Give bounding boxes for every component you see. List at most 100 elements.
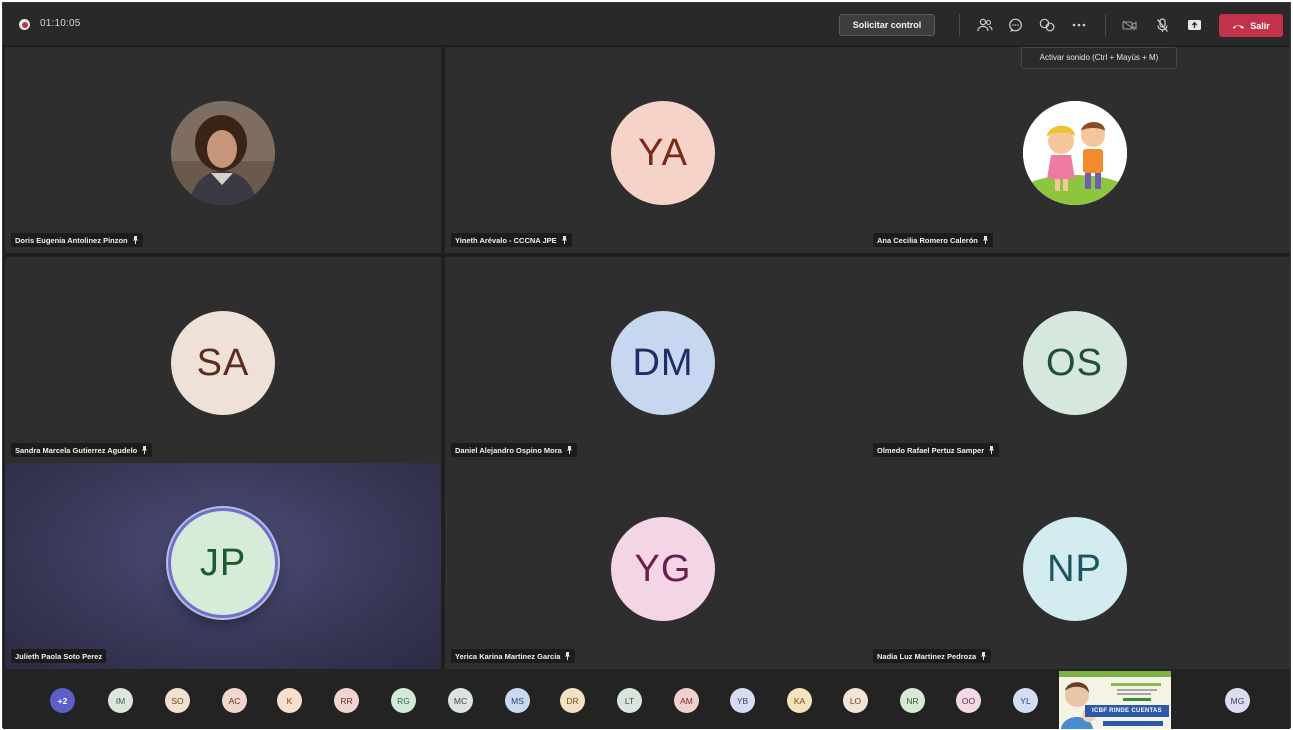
participant-name: Yerica Karina Martinez Garcia [455,651,561,661]
content-thumbnail-title: ICBF RINDE CUENTAS [1085,705,1169,717]
participant-chip[interactable]: DR [560,688,585,713]
participant-avatar: OS [1022,311,1127,415]
participant-name-tag: Olmedo Rafael Pertuz Samper [873,443,1000,457]
participant-name: Julieth Paola Soto Perez [15,651,103,661]
participant-chip[interactable]: SO [165,688,190,713]
participant-name: Yineth Arévalo - CCCNA JPE [455,235,557,245]
participant-name: Ana Cecilia Romero Calerón [877,235,978,245]
pin-icon[interactable] [980,652,987,660]
participant-name-tag: Nadia Luz Martinez Pedroza [873,649,992,663]
participant-name: Daniel Alejandro Ospino Mora [455,445,562,455]
participant-photo [171,101,275,205]
participant-name: Doris Eugenia Antolinez Pinzon [15,235,128,245]
phone-hangup-icon [1233,25,1245,29]
avatar-initials: SA [196,341,250,384]
chip-initials: OO [961,695,976,706]
participant-name-tag: Yineth Arévalo - CCCNA JPE [451,233,572,247]
meeting-toolbar: 01:10:05 Solicitar control Salir [3,3,1290,45]
participant-chip[interactable]: MS [505,688,530,713]
participant-chip[interactable]: MC [448,688,473,713]
more-participants-button[interactable]: +2 [50,688,75,713]
participant-avatar: DM [611,311,715,415]
chip-initials: IM [115,695,126,706]
participant-chip[interactable]: MG [1225,688,1250,713]
pin-icon[interactable] [982,236,989,244]
participants-icon[interactable] [975,15,995,35]
participant-name: Olmedo Rafael Pertuz Samper [877,445,985,455]
share-icon[interactable] [1184,15,1204,35]
participant-name-tag: Sandra Marcela Gutierrez Agudelo [11,443,153,457]
participant-tile[interactable]: SA Sandra Marcela Gutierrez Agudelo [5,257,441,463]
participant-avatar: SA [171,311,275,415]
avatar-initials: JP [199,541,247,584]
avatar-initials: YA [638,131,688,174]
participant-chip[interactable]: YB [730,688,755,713]
overflow-participants-strip: +2 IM SO AC K RR RG MC MS DR LT AM YB KA… [3,669,1290,729]
teams-meeting-window: 01:10:05 Solicitar control Salir Activar… [2,2,1291,729]
chat-icon[interactable] [1005,15,1025,35]
reactions-icon[interactable] [1037,15,1057,35]
pin-icon[interactable] [564,652,571,660]
content-thumbnail-image [1059,671,1171,729]
participant-chip[interactable]: LT [617,688,642,713]
avatar-initials: OS [1046,341,1103,384]
leave-label: Salir [1250,20,1270,31]
participant-photo [1022,101,1127,205]
participant-tile[interactable]: Doris Eugenia Antolinez Pinzon [5,47,441,253]
chip-initials: MC [453,695,468,706]
participant-chip[interactable]: KA [787,688,812,713]
participant-chip[interactable]: RR [334,688,359,713]
participant-tile[interactable]: YA Yineth Arévalo - CCCNA JPE [445,47,881,253]
participant-avatar: NP [1022,517,1127,621]
participant-avatar: YA [611,101,715,205]
leave-button[interactable]: Salir [1219,14,1283,37]
participant-chip[interactable]: NR [900,688,925,713]
participant-chip[interactable]: AC [222,688,247,713]
chip-initials: YB [736,695,749,706]
participant-chip[interactable]: AM [674,688,699,713]
chip-initials: MG [1230,695,1245,706]
avatar-initials: DM [632,341,694,384]
chip-initials: LT [624,695,635,706]
participant-name-tag: Doris Eugenia Antolinez Pinzon [11,233,143,247]
mic-muted-icon[interactable] [1152,15,1172,35]
chip-initials: KA [793,695,806,706]
participant-chip[interactable]: OO [956,688,981,713]
more-options-icon[interactable] [1069,15,1089,35]
participant-chip[interactable]: K [277,688,302,713]
chip-initials: LO [849,695,862,706]
chip-initials: MS [511,695,524,706]
chip-initials: NR [906,695,919,706]
chip-initials: RG [397,695,410,706]
participant-chip[interactable]: IM [108,688,133,713]
participant-tile[interactable]: NP Nadia Luz Martinez Pedroza [867,463,1290,669]
chip-initials: YL [1020,695,1031,706]
pin-icon[interactable] [141,446,148,454]
pin-icon[interactable] [561,236,568,244]
participant-tile[interactable]: Ana Cecilia Romero Calerón [867,47,1290,253]
participant-tile[interactable]: DM Daniel Alejandro Ospino Mora [445,257,881,463]
participant-chip[interactable]: LO [843,688,868,713]
request-control-button[interactable]: Solicitar control [839,14,935,36]
toolbar-divider [1105,14,1106,36]
avatar-initials: NP [1047,547,1102,590]
participant-chip[interactable]: YL [1013,688,1038,713]
participant-name-tag: Daniel Alejandro Ospino Mora [451,443,577,457]
shared-content-thumbnail[interactable]: ICBF RINDE CUENTAS [1059,671,1171,729]
pin-icon[interactable] [132,236,139,244]
participant-tile-active-speaker[interactable]: JP Julieth Paola Soto Perez [5,463,441,669]
pin-icon[interactable] [566,446,573,454]
participant-chip[interactable]: RG [391,688,416,713]
pin-icon[interactable] [988,446,995,454]
chip-initials: RR [340,695,353,706]
participant-name-tag: Julieth Paola Soto Perez [11,649,107,663]
participant-name-tag: Ana Cecilia Romero Calerón [873,233,993,247]
participant-tile[interactable]: OS Olmedo Rafael Pertuz Samper [867,257,1290,463]
meeting-timer: 01:10:05 [40,18,81,29]
participant-name: Sandra Marcela Gutierrez Agudelo [15,445,138,455]
avatar-initials: YG [634,547,692,590]
participant-tile[interactable]: YG Yerica Karina Martinez Garcia [445,463,881,669]
chip-initials: SO [171,695,184,706]
camera-icon[interactable] [1119,15,1139,35]
chip-initials: K [286,695,293,706]
